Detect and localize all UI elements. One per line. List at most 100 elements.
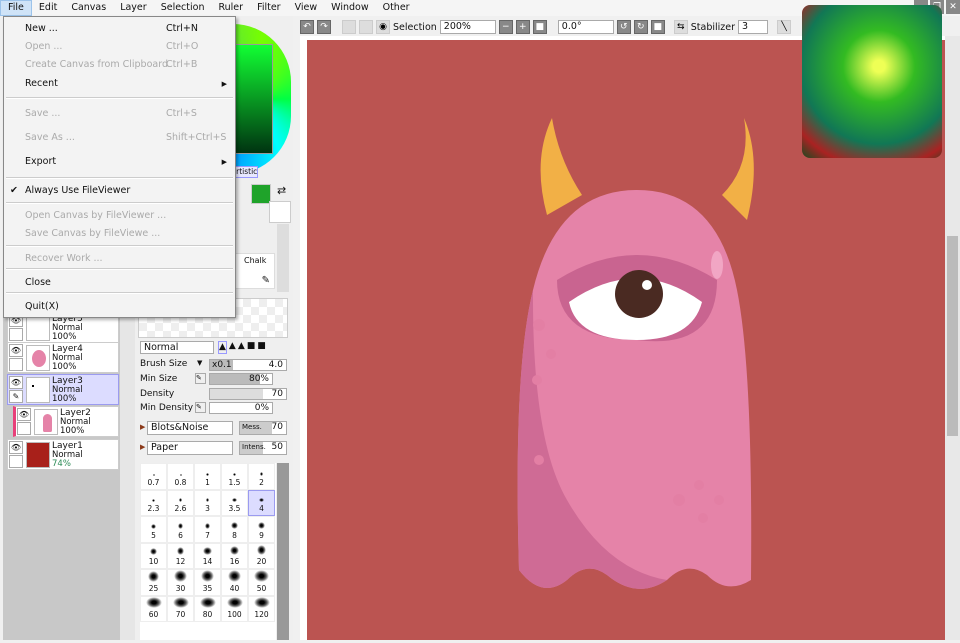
layer-lock-toggle[interactable] (9, 455, 23, 468)
primary-color-swatch[interactable] (251, 184, 271, 204)
menu-item-open[interactable]: Open ... Ctrl+O (4, 38, 235, 56)
zoom-select[interactable]: 200% (439, 20, 496, 34)
brush-size-cell[interactable]: 8 (221, 516, 248, 543)
rotate-right-button[interactable]: ↻ (633, 20, 648, 34)
zoom-reset-button[interactable]: ■ (532, 20, 547, 34)
brush-size-cell[interactable]: 60 (140, 595, 167, 622)
texture1-slider[interactable]: Mess. 70 (239, 421, 287, 435)
menu-file[interactable]: File (0, 0, 32, 16)
brush-size-cell[interactable]: 2 (248, 463, 275, 490)
brush-size-cell[interactable]: 16 (221, 542, 248, 569)
menu-item-save-canvas-by-fileviewe[interactable]: Save Canvas by FileViewe ... (4, 225, 235, 243)
tool-scrollbar[interactable] (277, 224, 289, 292)
menu-item-quit-x[interactable]: Quit(X) (4, 298, 235, 316)
eye-icon[interactable]: ◉ (376, 20, 390, 34)
brush-size-cell[interactable]: 9 (248, 516, 275, 543)
disabled-button[interactable] (342, 20, 356, 34)
layer-lock-toggle[interactable] (9, 328, 23, 341)
brush-size-cell[interactable]: 100 (221, 595, 248, 622)
min-density-slider[interactable]: 0% (209, 402, 273, 414)
redo-view-button[interactable]: ↷ (317, 20, 331, 34)
brush-size-cell[interactable]: 2.6 (167, 489, 194, 516)
menu-item-new[interactable]: New ... Ctrl+N (4, 20, 235, 38)
menu-item-save[interactable]: Save ... Ctrl+S (4, 105, 235, 123)
rotate-left-button[interactable]: ↺ (616, 20, 631, 34)
secondary-color-swatch[interactable] (269, 201, 291, 223)
brush-size-cell[interactable]: 40 (221, 569, 248, 596)
brush-size-cell[interactable]: 80 (194, 595, 221, 622)
menu-edit[interactable]: Edit (32, 0, 64, 16)
eye-icon[interactable]: 👁 (17, 408, 31, 421)
menu-ruler[interactable]: Ruler (211, 0, 250, 16)
density-slider[interactable]: 70 (209, 388, 287, 400)
menu-item-always-use-fileviewer[interactable]: ✔ Always Use FileViewer (4, 182, 235, 200)
brush-size-cell[interactable]: 120 (248, 595, 275, 622)
zoom-out-button[interactable]: − (498, 20, 513, 34)
eye-icon[interactable]: 👁 (9, 441, 23, 454)
line-tool-icon[interactable]: ╲ (777, 20, 792, 34)
brush-size-cell[interactable]: 30 (167, 569, 194, 596)
eye-icon[interactable]: 👁 (9, 376, 23, 389)
layer-item[interactable]: 👁 Layer1 Normal 74% (7, 439, 119, 470)
brush-size-cell[interactable]: 50 (248, 569, 275, 596)
menu-item-recent[interactable]: Recent ▶ (4, 75, 235, 93)
swap-colors-icon[interactable]: ⇄ (277, 184, 286, 197)
brush-size-cell[interactable]: 3.5 (221, 489, 248, 516)
pressure-icon[interactable]: ✎ (195, 402, 206, 413)
size-dropdown-icon[interactable]: ▼ (197, 359, 202, 367)
brush-size-cell[interactable]: 3 (194, 489, 221, 516)
menu-item-open-canvas-by-fileviewer[interactable]: Open Canvas by FileViewer ... (4, 207, 235, 225)
brush-size-cell[interactable]: 12 (167, 542, 194, 569)
flip-icon[interactable]: ⇆ (673, 20, 688, 34)
min-size-slider[interactable]: 80% (209, 373, 273, 385)
stabilizer-select[interactable]: 3 (738, 20, 769, 34)
menu-item-close[interactable]: Close (4, 274, 235, 292)
color-square[interactable] (233, 44, 273, 154)
undo-view-button[interactable]: ↶ (300, 20, 314, 34)
tool-chalk[interactable]: Chalk ✎ (235, 253, 275, 289)
layer-lock-toggle[interactable] (9, 358, 23, 371)
layer-item[interactable]: 👁 Layer2 Normal 100% (13, 406, 119, 437)
brush-size-cell[interactable]: 25 (140, 569, 167, 596)
menu-view[interactable]: View (288, 0, 325, 16)
menu-item-recover-work[interactable]: Recover Work ... (4, 250, 235, 268)
brush-size-cell[interactable]: 35 (194, 569, 221, 596)
brush-size-cell[interactable]: 0.7 (140, 463, 167, 490)
menu-item-save-as[interactable]: Save As ... Shift+Ctrl+S (4, 129, 235, 147)
canvas-vertical-scrollbar[interactable] (945, 36, 960, 640)
layer-lock-toggle[interactable] (17, 422, 31, 435)
brush-size-slider[interactable]: x0.1 4.0 (209, 359, 287, 371)
close-window-button[interactable]: ✕ (946, 0, 960, 14)
menu-window[interactable]: Window (324, 0, 375, 16)
rotation-select[interactable]: 0.0° (557, 20, 614, 34)
expand-icon[interactable]: ▶ (140, 443, 145, 451)
pen-icon[interactable]: ✎ (9, 390, 23, 403)
brush-size-cell[interactable]: 10 (140, 542, 167, 569)
texture1-select[interactable]: Blots&Noise (147, 421, 233, 435)
brush-size-cell[interactable]: 14 (194, 542, 221, 569)
brush-size-cell[interactable]: 2.3 (140, 489, 167, 516)
layer-item[interactable]: 👁 Layer4 Normal 100% (7, 342, 119, 373)
pressure-icon[interactable]: ✎ (195, 373, 206, 384)
brush-size-cell[interactable]: 70 (167, 595, 194, 622)
disabled-button[interactable] (359, 20, 373, 34)
expand-icon[interactable]: ▶ (140, 423, 145, 431)
menu-item-export[interactable]: Export ▶ (4, 153, 235, 171)
brush-size-cell[interactable]: 7 (194, 516, 221, 543)
brush-size-cell[interactable]: 20 (248, 542, 275, 569)
brush-size-cell[interactable]: 1.5 (221, 463, 248, 490)
menu-filter[interactable]: Filter (250, 0, 288, 16)
brush-size-cell[interactable]: 0.8 (167, 463, 194, 490)
menu-item-create-canvas-from-clipboard[interactable]: Create Canvas from Clipboard Ctrl+B (4, 56, 235, 74)
rotate-reset-button[interactable]: ■ (650, 20, 665, 34)
menu-canvas[interactable]: Canvas (64, 0, 113, 16)
layer-item[interactable]: 👁 ✎ Layer3 Normal 100% (7, 374, 119, 405)
menu-other[interactable]: Other (376, 0, 417, 16)
brush-size-cell[interactable]: 4 (248, 489, 275, 516)
blend-mode-select[interactable]: Normal (140, 341, 214, 354)
brush-size-cell[interactable]: 1 (194, 463, 221, 490)
menu-layer[interactable]: Layer (113, 0, 154, 16)
texture2-slider[interactable]: Intens. 50 (239, 441, 287, 455)
brush-size-cell[interactable]: 5 (140, 516, 167, 543)
texture2-select[interactable]: Paper (147, 441, 233, 455)
